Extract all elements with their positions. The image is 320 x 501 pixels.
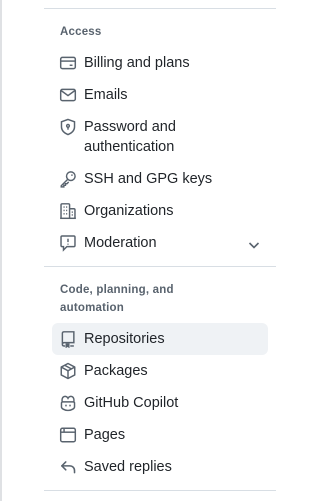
browser-icon <box>59 426 77 444</box>
sidebar-item-billing[interactable]: Billing and plans <box>52 49 268 77</box>
sidebar-item-pages[interactable]: Pages <box>52 421 268 449</box>
sidebar-item-ssh-gpg[interactable]: SSH and GPG keys <box>52 165 268 193</box>
sidebar-item-label: Repositories <box>84 331 165 347</box>
sidebar-item-moderation[interactable]: Moderation <box>52 229 268 257</box>
report-icon <box>59 234 77 252</box>
section-divider <box>44 266 276 267</box>
sidebar-item-label: GitHub Copilot <box>84 395 179 411</box>
sidebar-item-label: SSH and GPG keys <box>84 171 213 187</box>
repo-icon <box>59 330 77 348</box>
sidebar-item-repositories[interactable]: Repositories <box>52 323 268 355</box>
organization-icon <box>59 202 77 220</box>
sidebar-item-label: Billing and plans <box>84 55 190 71</box>
sidebar-item-label: Moderation <box>84 235 157 251</box>
sidebar-item-password[interactable]: Password and authentication <box>52 113 268 161</box>
copilot-icon <box>59 394 77 412</box>
section-divider <box>44 8 276 9</box>
chevron-down-icon[interactable] <box>246 237 262 253</box>
sidebar-item-label: Password and authentication <box>84 119 176 155</box>
reply-icon <box>59 458 77 476</box>
sidebar-item-saved-replies[interactable]: Saved replies <box>52 453 268 481</box>
key-icon <box>59 170 77 188</box>
sidebar-item-emails[interactable]: Emails <box>52 81 268 109</box>
sidebar-item-label: Packages <box>84 363 148 379</box>
package-icon <box>59 362 77 380</box>
section-heading-access: Access <box>60 26 102 38</box>
credit-card-icon <box>59 54 77 72</box>
sidebar-item-label: Organizations <box>84 203 174 219</box>
sidebar-item-organizations[interactable]: Organizations <box>52 197 268 225</box>
section-heading-code-planning: Code, planning, and automation <box>60 284 174 314</box>
mail-icon <box>59 86 77 104</box>
shield-lock-icon <box>59 118 77 136</box>
sidebar-item-label: Pages <box>84 427 126 443</box>
sidebar-border <box>0 0 2 501</box>
sidebar-item-packages[interactable]: Packages <box>52 357 268 385</box>
settings-sidebar: Access Billing and plans Emails Password… <box>0 0 295 501</box>
sidebar-item-github-copilot[interactable]: GitHub Copilot <box>52 389 268 417</box>
sidebar-item-label: Saved replies <box>84 459 172 475</box>
sidebar-item-label: Emails <box>84 87 128 103</box>
section-divider <box>44 490 276 491</box>
